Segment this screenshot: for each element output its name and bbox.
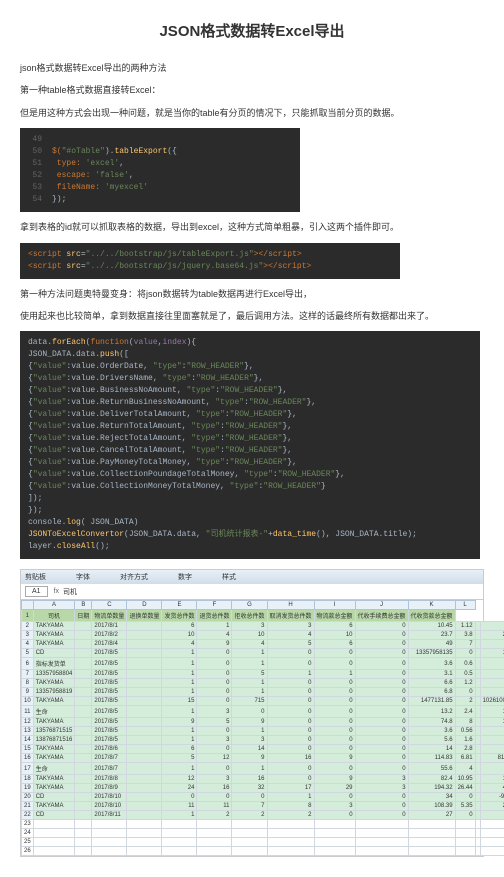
code-block-2: <script src="../../bootstrap/js/tableExp… bbox=[20, 243, 400, 279]
code-block-1: 4950$("#oTable").tableExport({51 type: '… bbox=[20, 128, 300, 212]
code-block-3: data.forEach(function(value,index){ JSON… bbox=[20, 331, 480, 559]
page-title: JSON格式数据转Excel导出 bbox=[20, 20, 484, 41]
paragraph: 但是用这种方式会出现一种问题，就是当你的table有分页的情况下，只能抓取当前分… bbox=[20, 106, 484, 120]
paragraph: json格式数据转Excel导出的两种方法 bbox=[20, 61, 484, 75]
paragraph: 第一种方法问题奥特曼变身：将json数据转为table数据再进行Excel导出， bbox=[20, 287, 484, 301]
paragraph: 第一种table格式数据直接转Excel： bbox=[20, 83, 484, 97]
formula-bar: 司机 bbox=[63, 587, 77, 597]
paragraph: 拿到表格的id就可以抓取表格的数据，导出到excel，这种方式简单粗暴，引入这两… bbox=[20, 220, 484, 234]
excel-screenshot: 剪贴板字体对齐方式数字样式 A1 fx 司机 ABCDEFGHIJKL1司机日期… bbox=[20, 569, 484, 857]
cell-reference: A1 bbox=[25, 586, 48, 597]
fx-icon: fx bbox=[54, 588, 59, 595]
paragraph: 使用起来也比较简单，拿到数据直接往里面塞就是了，最后调用方法。这样的话最终所有数… bbox=[20, 309, 484, 323]
